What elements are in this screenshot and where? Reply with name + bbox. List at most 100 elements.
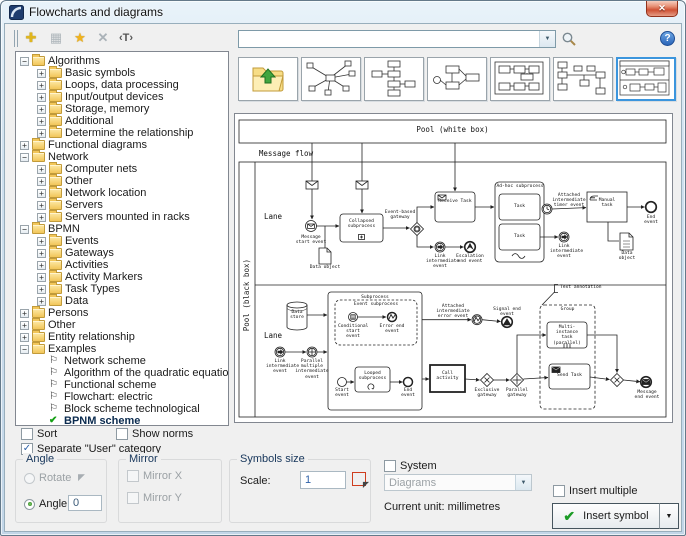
tree-item-label[interactable]: Events bbox=[65, 235, 99, 247]
tree-item[interactable]: + Network location bbox=[16, 187, 228, 199]
chevron-down-icon[interactable]: ▼ bbox=[539, 31, 555, 47]
tree-expander-icon[interactable]: + bbox=[20, 333, 29, 342]
tree-item-label[interactable]: Network location bbox=[65, 187, 146, 199]
pick-on-screen-icon[interactable]: ◤ bbox=[352, 472, 366, 486]
tree-item[interactable]: + Entity relationship bbox=[16, 331, 228, 343]
add-category-button[interactable]: ✚ bbox=[21, 28, 41, 48]
insert-symbol-dropdown[interactable]: ▼ bbox=[659, 503, 679, 529]
checkbox-box[interactable] bbox=[21, 428, 33, 440]
tree-item[interactable]: + Persons bbox=[16, 307, 228, 319]
tree-item-label[interactable]: Servers bbox=[65, 199, 103, 211]
tree-expander-icon[interactable]: + bbox=[20, 309, 29, 318]
tree-expander-icon[interactable]: + bbox=[37, 297, 46, 306]
tree-item[interactable]: ⚐ Flowchart: electric bbox=[16, 391, 228, 403]
tree-expander-icon[interactable]: + bbox=[37, 189, 46, 198]
tree-item-label[interactable]: Algorithm of the quadratic equation bbox=[64, 367, 229, 379]
tree-item[interactable]: + Servers mounted in racks bbox=[16, 211, 228, 223]
radio-circle[interactable] bbox=[24, 499, 35, 510]
tree-item-label[interactable]: Flowchart: electric bbox=[64, 391, 153, 403]
tree-item[interactable]: − Algorithms bbox=[16, 55, 228, 67]
tree-item[interactable]: + Gateways bbox=[16, 247, 228, 259]
system-checkbox[interactable]: System bbox=[384, 460, 437, 472]
tree-item-label[interactable]: Gateways bbox=[65, 247, 114, 259]
tree-item[interactable]: ⚐ Network scheme bbox=[16, 355, 228, 367]
tree-item-label[interactable]: Network scheme bbox=[64, 355, 146, 367]
tree-item-label[interactable]: Other bbox=[65, 175, 93, 187]
tree-expander-icon[interactable]: + bbox=[37, 273, 46, 282]
tree-item-label[interactable]: Persons bbox=[48, 307, 88, 319]
tree-item[interactable]: + Determine the relationship bbox=[16, 127, 228, 139]
tree-item[interactable]: ⚐ Algorithm of the quadratic equation bbox=[16, 367, 228, 379]
tree-item-label[interactable]: Examples bbox=[48, 343, 96, 355]
tree-item-label[interactable]: Basic symbols bbox=[65, 67, 135, 79]
thumbnail-functional-scheme[interactable] bbox=[427, 57, 487, 101]
tree-expander-icon[interactable]: + bbox=[37, 165, 46, 174]
delete-button[interactable]: ✕ bbox=[93, 28, 113, 48]
tree-expander-icon[interactable]: + bbox=[20, 141, 29, 150]
tree-item[interactable]: + Functional diagrams bbox=[16, 139, 228, 151]
tree-item[interactable]: + Events bbox=[16, 235, 228, 247]
rotate-radio[interactable]: Rotate bbox=[24, 472, 71, 484]
tree-item-label[interactable]: Loops, data processing bbox=[65, 79, 179, 91]
tree-expander-icon[interactable]: − bbox=[20, 57, 29, 66]
tree-item[interactable]: − Network bbox=[16, 151, 228, 163]
mirror-y-checkbox[interactable]: Mirror Y bbox=[127, 492, 182, 504]
checkbox-box[interactable] bbox=[553, 485, 565, 497]
tree-item[interactable]: + Task Types bbox=[16, 283, 228, 295]
tree-item[interactable]: + Activities bbox=[16, 259, 228, 271]
toolbar-grip[interactable] bbox=[14, 30, 18, 47]
close-button[interactable]: ✕ bbox=[646, 1, 678, 17]
help-icon[interactable]: ? bbox=[660, 31, 675, 46]
search-icon[interactable] bbox=[561, 31, 577, 47]
tree-item-label[interactable]: Servers mounted in racks bbox=[65, 211, 190, 223]
scale-input[interactable] bbox=[300, 471, 346, 489]
tree-item-label[interactable]: Functional diagrams bbox=[48, 139, 147, 151]
tree-item-label[interactable]: Other bbox=[48, 319, 76, 331]
insert-multiple-checkbox[interactable]: Insert multiple bbox=[553, 485, 637, 497]
sort-checkbox[interactable]: Sort bbox=[21, 428, 57, 440]
properties-button[interactable]: ▦ bbox=[46, 28, 66, 48]
tree-item-label[interactable]: Activities bbox=[65, 259, 108, 271]
tree-item-label[interactable]: BPNM scheme bbox=[64, 415, 140, 426]
tree-item-label[interactable]: Computer nets bbox=[65, 163, 137, 175]
tree-expander-icon[interactable]: + bbox=[37, 93, 46, 102]
tree-expander-icon[interactable]: + bbox=[37, 261, 46, 270]
tree-item[interactable]: ⚐ Block scheme technological bbox=[16, 403, 228, 415]
tree-expander-icon[interactable]: + bbox=[37, 201, 46, 210]
tree-item-label[interactable]: Task Types bbox=[65, 283, 120, 295]
tree-expander-icon[interactable]: + bbox=[37, 237, 46, 246]
tree-item-label[interactable]: Block scheme technological bbox=[64, 403, 200, 415]
tree-item-label[interactable]: Functional scheme bbox=[64, 379, 156, 391]
tree-expander-icon[interactable]: − bbox=[20, 225, 29, 234]
tree-expander-icon[interactable]: + bbox=[37, 105, 46, 114]
insert-symbol-button[interactable]: ✔ Insert symbol bbox=[552, 503, 660, 529]
checkbox-box[interactable] bbox=[384, 460, 396, 472]
tree-expander-icon[interactable]: + bbox=[37, 129, 46, 138]
tree-item-label[interactable]: Determine the relationship bbox=[65, 127, 193, 139]
tree-item[interactable]: ✔ BPNM scheme bbox=[16, 415, 228, 426]
angle-radio[interactable]: Angle: bbox=[24, 498, 70, 510]
tree-item-label[interactable]: Additional bbox=[65, 115, 113, 127]
tree-item[interactable]: + Other bbox=[16, 175, 228, 187]
titlebar[interactable]: Flowcharts and diagrams bbox=[1, 1, 685, 23]
tree-expander-icon[interactable]: + bbox=[37, 285, 46, 294]
tree-item[interactable]: ⚐ Functional scheme bbox=[16, 379, 228, 391]
thumbnail-flowchart-electric[interactable] bbox=[553, 57, 613, 101]
checkbox-box[interactable] bbox=[127, 470, 139, 482]
tree-item[interactable]: + Basic symbols bbox=[16, 67, 228, 79]
tree-expander-icon[interactable]: + bbox=[37, 249, 46, 258]
tree-expander-icon[interactable]: + bbox=[37, 213, 46, 222]
category-tree[interactable]: − Algorithms + Basic symbols + Loops, da… bbox=[15, 51, 229, 426]
thumbnail-algorithm-of-the-quadratic-equation[interactable] bbox=[364, 57, 424, 101]
tree-item[interactable]: + Storage, memory bbox=[16, 103, 228, 115]
checkbox-box[interactable] bbox=[127, 492, 139, 504]
tree-item[interactable]: + Data bbox=[16, 295, 228, 307]
search-combobox[interactable]: ▼ bbox=[238, 30, 556, 48]
thumbnail-block-scheme-technological[interactable] bbox=[490, 57, 550, 101]
text-mode-button[interactable]: ‹T› bbox=[114, 28, 138, 48]
show-norms-checkbox[interactable]: Show norms bbox=[116, 428, 193, 440]
tree-expander-icon[interactable]: + bbox=[37, 81, 46, 90]
search-input[interactable] bbox=[239, 33, 539, 45]
tree-item[interactable]: − BPMN bbox=[16, 223, 228, 235]
system-combobox[interactable]: Diagrams ▼ bbox=[384, 474, 532, 491]
